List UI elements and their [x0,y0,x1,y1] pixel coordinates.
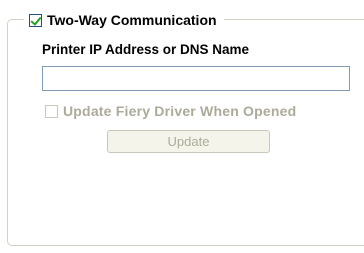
two-way-communication-checkbox[interactable] [29,13,42,27]
update-driver-option: Update Fiery Driver When Opened [45,103,296,119]
two-way-communication-label[interactable]: Two-Way Communication [47,12,217,28]
update-driver-label: Update Fiery Driver When Opened [63,103,297,119]
printer-address-label: Printer IP Address or DNS Name [42,42,250,57]
update-button: Update [107,130,270,153]
update-driver-checkbox [45,104,58,118]
printer-address-input[interactable] [42,66,350,91]
group-legend: Two-Way Communication [24,10,224,30]
